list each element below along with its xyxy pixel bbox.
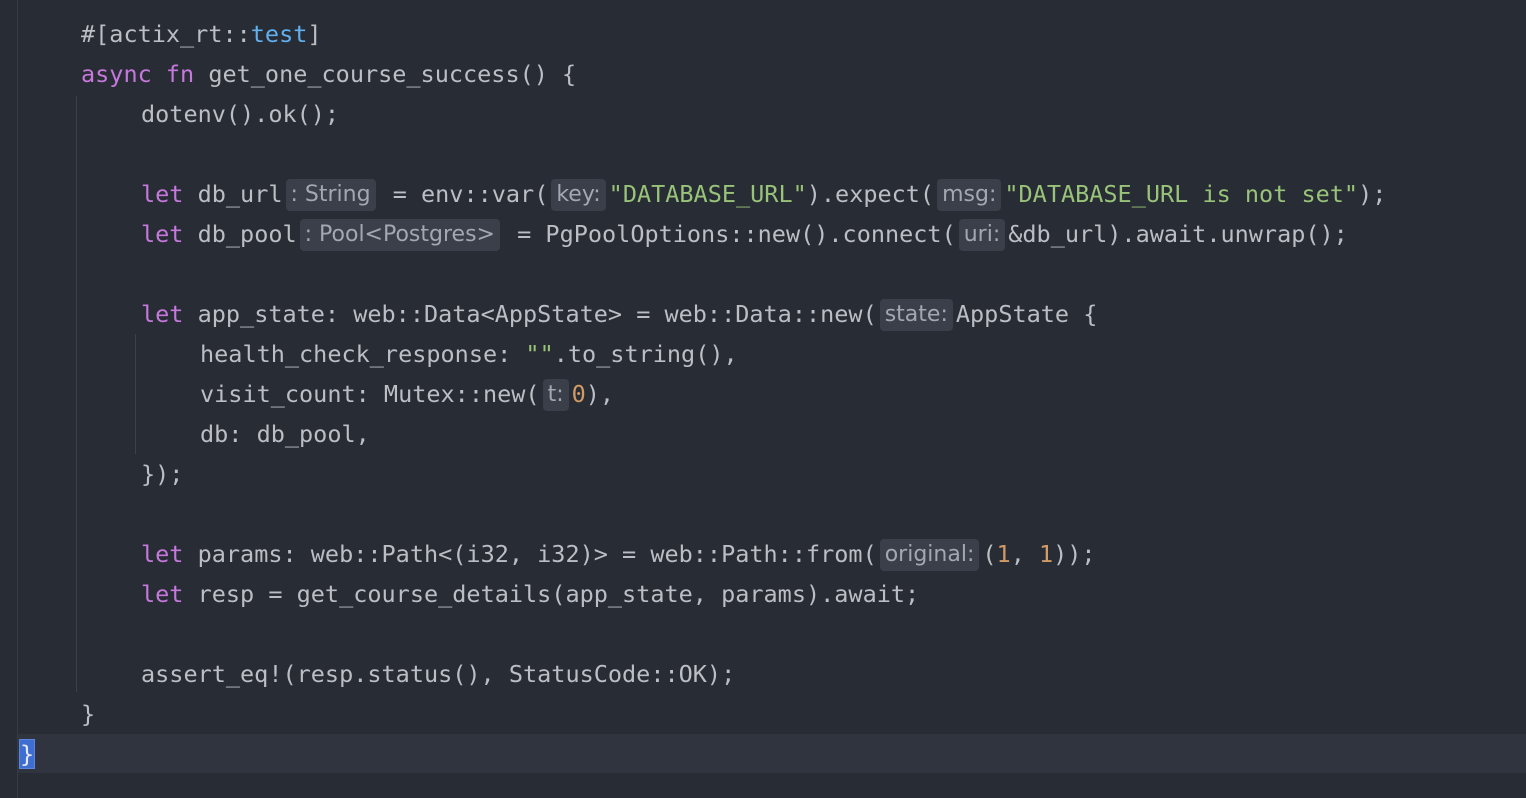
matched-brace-cursor[interactable]: } — [18, 739, 36, 769]
code-text: ), — [585, 380, 615, 408]
number-literal: 0 — [571, 380, 586, 408]
code-line-9[interactable]: health_check_response: "".to_string(), — [200, 334, 738, 374]
code-line-2[interactable]: async fn get_one_course_success() { — [81, 54, 576, 94]
code-text: = env::var( — [378, 180, 549, 208]
code-text: dotenv().ok(); — [141, 100, 340, 128]
code-text: .to_string(), — [553, 340, 738, 368]
code-text: resp = get_course_details(app_state, par… — [183, 580, 920, 608]
code-text: db: db_pool, — [200, 420, 370, 448]
indent-guide — [135, 334, 136, 454]
variable-name: db_url — [183, 180, 283, 208]
code-text: AppState { — [955, 300, 1098, 328]
param-hint: t: — [542, 379, 569, 411]
attribute-prefix: #[actix_rt:: — [81, 20, 251, 48]
code-line-17[interactable]: assert_eq!(resp.status(), StatusCode::OK… — [141, 654, 735, 694]
code-line-1[interactable]: #[actix_rt::test] — [81, 14, 322, 54]
code-line-10[interactable]: visit_count: Mutex::new(t: 0), — [200, 374, 614, 414]
code-text: }); — [141, 460, 184, 488]
keyword: let — [141, 580, 184, 608]
string-literal: "DATABASE_URL is not set" — [1004, 180, 1359, 208]
code-text: ); — [1358, 180, 1387, 208]
code-line-6[interactable]: let db_pool: Pool<Postgres> = PgPoolOpti… — [141, 214, 1348, 254]
param-hint: key: — [551, 179, 606, 211]
param-hint: original: — [879, 539, 980, 571]
param-hint: msg: — [937, 179, 1002, 211]
code-text: params: web::Path<(i32, i32)> = web::Pat… — [183, 540, 877, 568]
number-literal: 1 — [996, 540, 1011, 568]
attribute-close: ] — [307, 20, 322, 48]
code-editor[interactable]: #[actix_rt::test] async fn get_one_cours… — [0, 0, 1526, 798]
code-line-3[interactable]: dotenv().ok(); — [141, 94, 339, 134]
variable-name: db_pool — [183, 220, 297, 248]
param-hint: state: — [879, 299, 953, 331]
code-text: app_state: web::Data<AppState> = web::Da… — [183, 300, 877, 328]
attribute-name: test — [250, 20, 308, 48]
current-line-highlight — [18, 734, 1526, 773]
code-text: visit_count: Mutex::new( — [200, 380, 540, 408]
type-hint: : Pool<Postgres> — [299, 219, 500, 251]
keyword: let — [141, 220, 184, 248]
type-hint: : String — [285, 179, 376, 211]
code-line-12[interactable]: }); — [141, 454, 183, 494]
code-text: assert_eq!(resp.status(), StatusCode::OK… — [141, 660, 736, 688]
code-line-18[interactable]: } — [81, 694, 95, 734]
string-literal: "DATABASE_URL" — [608, 180, 807, 208]
keyword: let — [141, 180, 184, 208]
code-line-14[interactable]: let params: web::Path<(i32, i32)> = web:… — [141, 534, 1096, 574]
code-text: &db_url).await.unwrap(); — [1008, 220, 1348, 248]
code-text: ).expect( — [806, 180, 935, 208]
code-text: health_check_response: — [200, 340, 526, 368]
keyword: async fn — [81, 60, 195, 88]
code-text: )); — [1053, 540, 1096, 568]
code-text: , — [1010, 540, 1039, 568]
code-line-19[interactable]: } — [18, 734, 36, 774]
gutter-border — [17, 0, 18, 798]
code-line-15[interactable]: let resp = get_course_details(app_state,… — [141, 574, 919, 614]
param-hint: uri: — [958, 219, 1006, 251]
closing-brace: } — [81, 700, 96, 728]
fn-signature: get_one_course_success() { — [194, 60, 577, 88]
string-literal: "" — [525, 340, 554, 368]
code-line-5[interactable]: let db_url: String = env::var(key: "DATAB… — [141, 174, 1386, 214]
code-line-11[interactable]: db: db_pool, — [200, 414, 370, 454]
keyword: let — [141, 540, 184, 568]
number-literal: 1 — [1038, 540, 1054, 568]
keyword: let — [141, 300, 184, 328]
code-text: = PgPoolOptions::new().connect( — [502, 220, 956, 248]
code-text: ( — [982, 540, 997, 568]
code-line-8[interactable]: let app_state: web::Data<AppState> = web… — [141, 294, 1097, 334]
indent-guide — [76, 96, 77, 692]
